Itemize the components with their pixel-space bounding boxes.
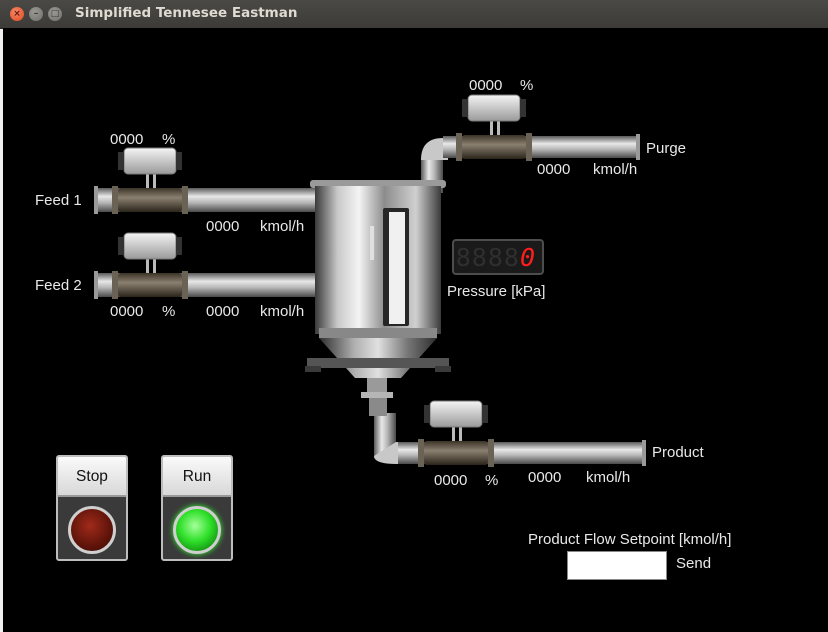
purge-flow-unit: kmol/h <box>593 161 638 178</box>
run-button-label: Run <box>163 457 231 497</box>
pressure-value: 0 <box>519 243 536 272</box>
product-label: Product <box>652 444 704 461</box>
run-button[interactable]: Run <box>161 455 233 561</box>
feed1-valve-opening: 0000 <box>110 131 144 148</box>
pressure-display: 88880 <box>452 239 544 275</box>
purge-valve <box>455 94 533 162</box>
stop-button-label: Stop <box>58 457 126 497</box>
feed2-label: Feed 2 <box>35 277 82 294</box>
stop-lamp-icon <box>68 506 116 554</box>
purge-valve-opening: 0000 <box>469 77 503 94</box>
purge-flow-value: 0000 <box>537 161 571 178</box>
minimize-icon[interactable]: – <box>29 7 43 21</box>
pressure-ghost-digits: 8888 <box>455 243 520 272</box>
reactor-tank <box>305 180 451 416</box>
setpoint-input[interactable] <box>567 551 667 580</box>
run-lamp-icon <box>173 506 221 554</box>
feed2-valve-unit: % <box>162 303 176 320</box>
pressure-label: Pressure [kPa] <box>447 283 546 300</box>
feed2-valve <box>111 232 189 300</box>
product-valve-unit: % <box>485 472 499 489</box>
feed2-flow-value: 0000 <box>206 303 240 320</box>
product-flow-value: 0000 <box>528 469 562 486</box>
send-button[interactable]: Send <box>676 555 711 572</box>
purge-label: Purge <box>646 140 687 157</box>
window-title: Simplified Tennesee Eastman <box>75 5 298 21</box>
feed1-valve <box>111 147 189 215</box>
setpoint-label: Product Flow Setpoint [kmol/h] <box>528 531 732 548</box>
product-valve-opening: 0000 <box>434 472 468 489</box>
feed1-valve-unit: % <box>162 131 176 148</box>
feed2-valve-opening: 0000 <box>110 303 144 320</box>
feed1-flow-unit: kmol/h <box>260 218 305 235</box>
title-bar: × – □ Simplified Tennesee Eastman <box>0 0 828 29</box>
purge-valve-unit: % <box>520 77 534 94</box>
feed1-flow-value: 0000 <box>206 218 240 235</box>
feed1-label: Feed 1 <box>35 192 82 209</box>
stop-button[interactable]: Stop <box>56 455 128 561</box>
close-icon[interactable]: × <box>10 7 24 21</box>
process-canvas: Feed 1 Feed 2 Purge Product 0000 % 0000 … <box>3 28 828 632</box>
maximize-icon[interactable]: □ <box>48 7 62 21</box>
feed2-flow-unit: kmol/h <box>260 303 305 320</box>
product-flow-unit: kmol/h <box>586 469 631 486</box>
product-valve <box>417 400 495 468</box>
